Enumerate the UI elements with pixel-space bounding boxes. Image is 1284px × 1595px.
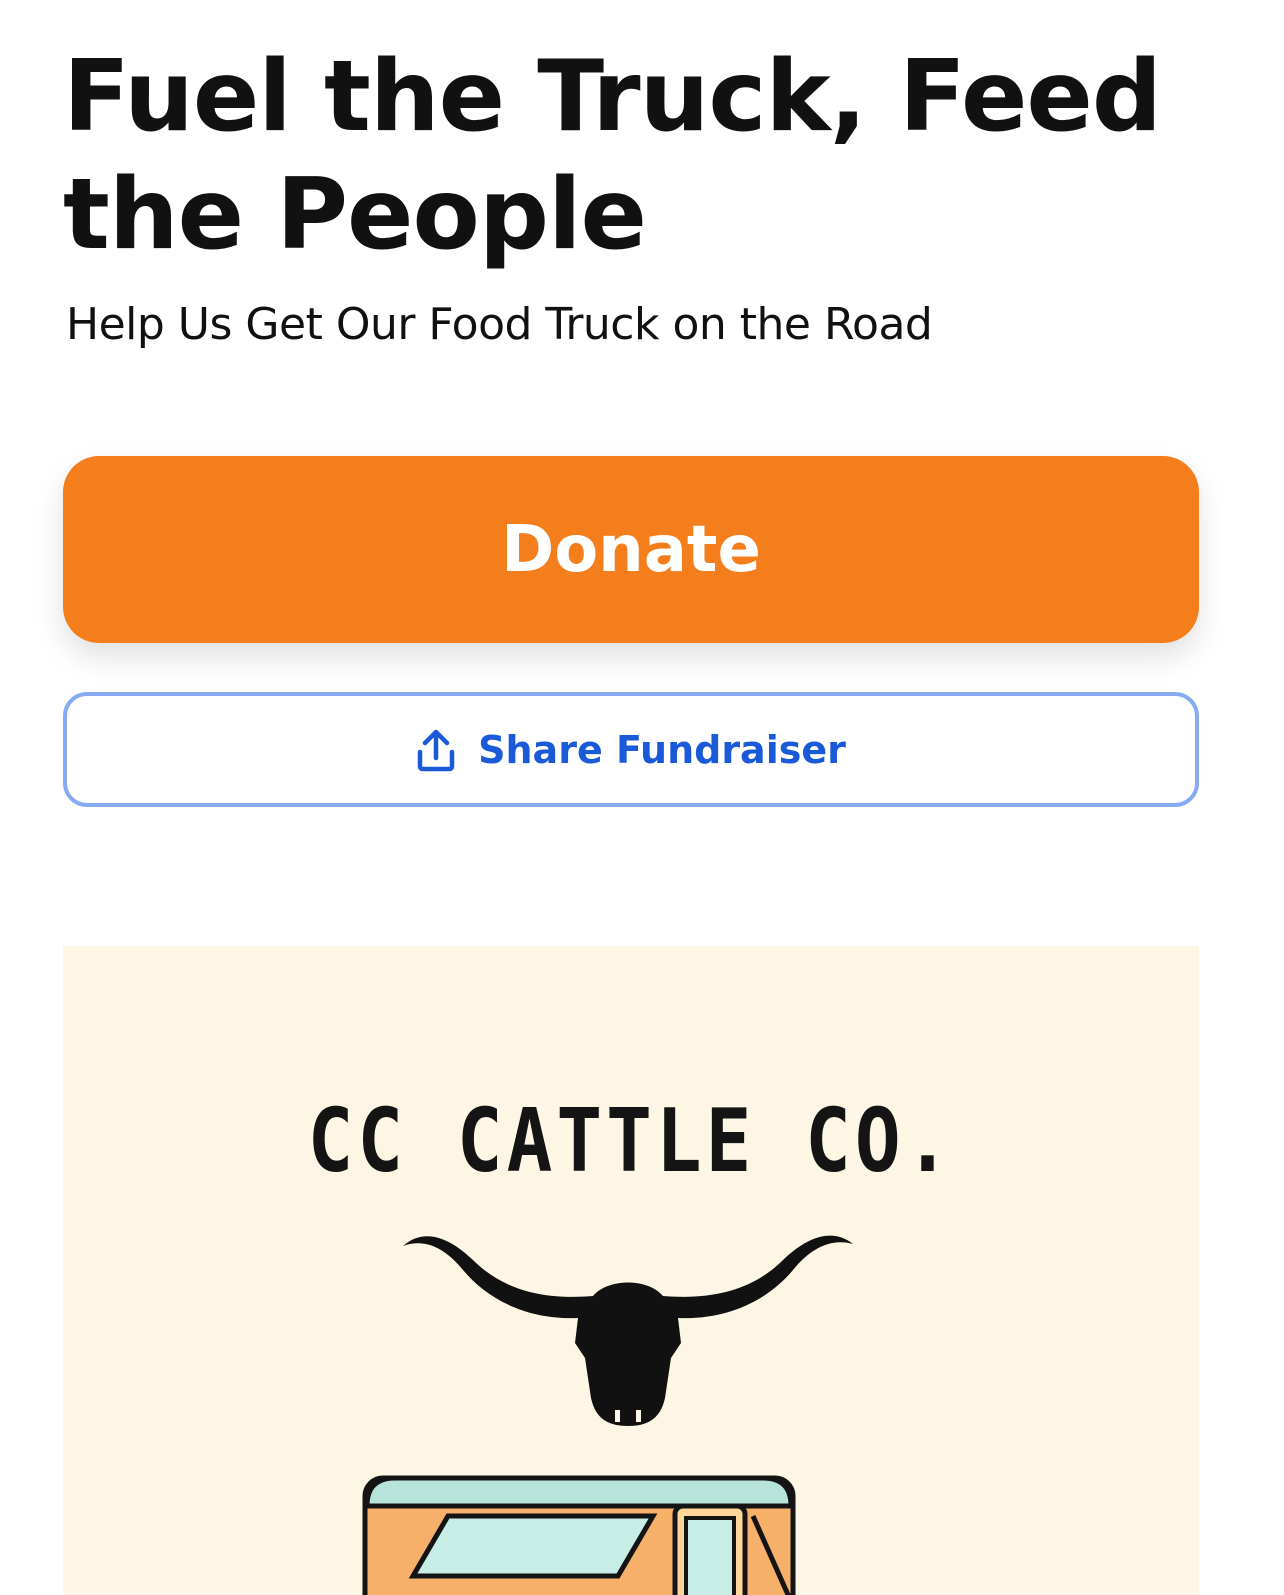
fundraiser-hero-image: CC CATTLE CO. (63, 946, 1199, 1595)
share-fundraiser-label: Share Fundraiser (478, 727, 846, 772)
longhorn-skull-icon (403, 1235, 853, 1426)
share-upload-icon (417, 729, 455, 771)
fundraiser-subtitle: Help Us Get Our Food Truck on the Road (66, 299, 933, 350)
brand-logo-text: CC CATTLE CO. (307, 1089, 955, 1192)
food-truck-illustration (362, 1475, 796, 1595)
share-fundraiser-button[interactable]: Share Fundraiser (63, 692, 1199, 807)
fundraiser-page: Fuel the Truck, Feed the People Help Us … (0, 0, 1284, 1595)
fundraiser-title: Fuel the Truck, Feed the People (63, 40, 1162, 272)
donate-button[interactable]: Donate (63, 456, 1199, 643)
